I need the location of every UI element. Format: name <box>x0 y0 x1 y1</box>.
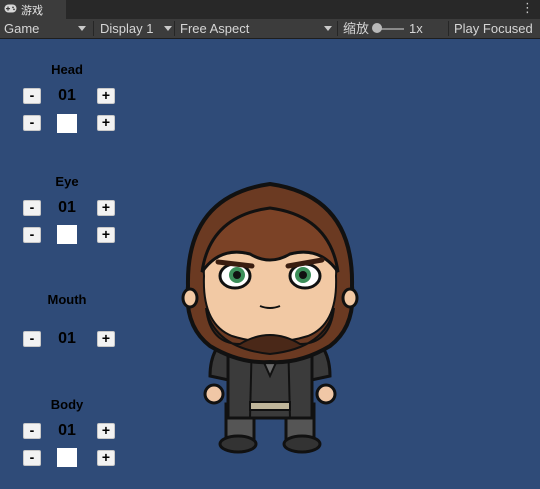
character-head <box>181 181 359 365</box>
body-prev-button[interactable]: - <box>23 423 41 439</box>
game-view: Head - 01 + - + Eye - 01 + - + Mouth - 0… <box>0 39 540 489</box>
kebab-menu-icon[interactable]: ⋮ <box>521 1 534 16</box>
view-select[interactable]: Game <box>4 19 39 38</box>
eye-index: 01 <box>58 199 76 216</box>
mouth-prev-button[interactable]: - <box>23 331 41 347</box>
body-color-prev-button[interactable]: - <box>23 450 41 466</box>
character-sprite <box>181 181 359 454</box>
gamepad-icon <box>4 3 17 16</box>
scale-label: 缩放 <box>343 21 370 36</box>
tab-game[interactable]: 游戏 <box>0 0 66 19</box>
play-mode-select[interactable]: Play Focused <box>454 19 533 38</box>
tab-label: 游戏 <box>21 3 43 17</box>
head-next-button[interactable]: + <box>97 88 115 104</box>
display-select[interactable]: Display 1 <box>100 19 153 38</box>
head-index: 01 <box>58 87 76 104</box>
customization-panel: Head - 01 + - + Eye - 01 + - + Mouth - 0… <box>0 39 140 489</box>
eye-label: Eye <box>55 174 79 189</box>
eye-prev-button[interactable]: - <box>23 200 41 216</box>
toolbar-divider <box>337 21 338 36</box>
body-index: 01 <box>58 422 76 439</box>
body-next-button[interactable]: + <box>97 423 115 439</box>
scale-value: 1x <box>409 21 423 36</box>
eye-color-swatch[interactable] <box>57 225 77 244</box>
head-color-prev-button[interactable]: - <box>23 115 41 131</box>
tab-strip: 游戏 ⋮ <box>0 0 540 19</box>
body-color-swatch[interactable] <box>57 448 77 467</box>
eye-color-next-button[interactable]: + <box>97 227 115 243</box>
display-select-caret-icon <box>164 26 172 31</box>
mouth-next-button[interactable]: + <box>97 331 115 347</box>
head-color-next-button[interactable]: + <box>97 115 115 131</box>
head-label: Head <box>51 62 83 77</box>
head-color-swatch[interactable] <box>57 114 77 133</box>
aspect-select-caret-icon <box>324 26 332 31</box>
scale-slider-handle[interactable] <box>372 23 382 33</box>
toolbar-divider <box>448 21 449 36</box>
view-select-caret-icon <box>78 26 86 31</box>
game-toolbar: Game Display 1 Free Aspect 缩放 1x Play Fo… <box>0 19 540 39</box>
toolbar-divider <box>174 21 175 36</box>
toolbar-divider <box>93 21 94 36</box>
eye-color-prev-button[interactable]: - <box>23 227 41 243</box>
body-color-next-button[interactable]: + <box>97 450 115 466</box>
mouth-index: 01 <box>58 330 76 347</box>
eye-next-button[interactable]: + <box>97 200 115 216</box>
body-label: Body <box>50 397 84 412</box>
aspect-select[interactable]: Free Aspect <box>180 19 249 38</box>
mouth-label: Mouth <box>47 292 87 307</box>
head-prev-button[interactable]: - <box>23 88 41 104</box>
